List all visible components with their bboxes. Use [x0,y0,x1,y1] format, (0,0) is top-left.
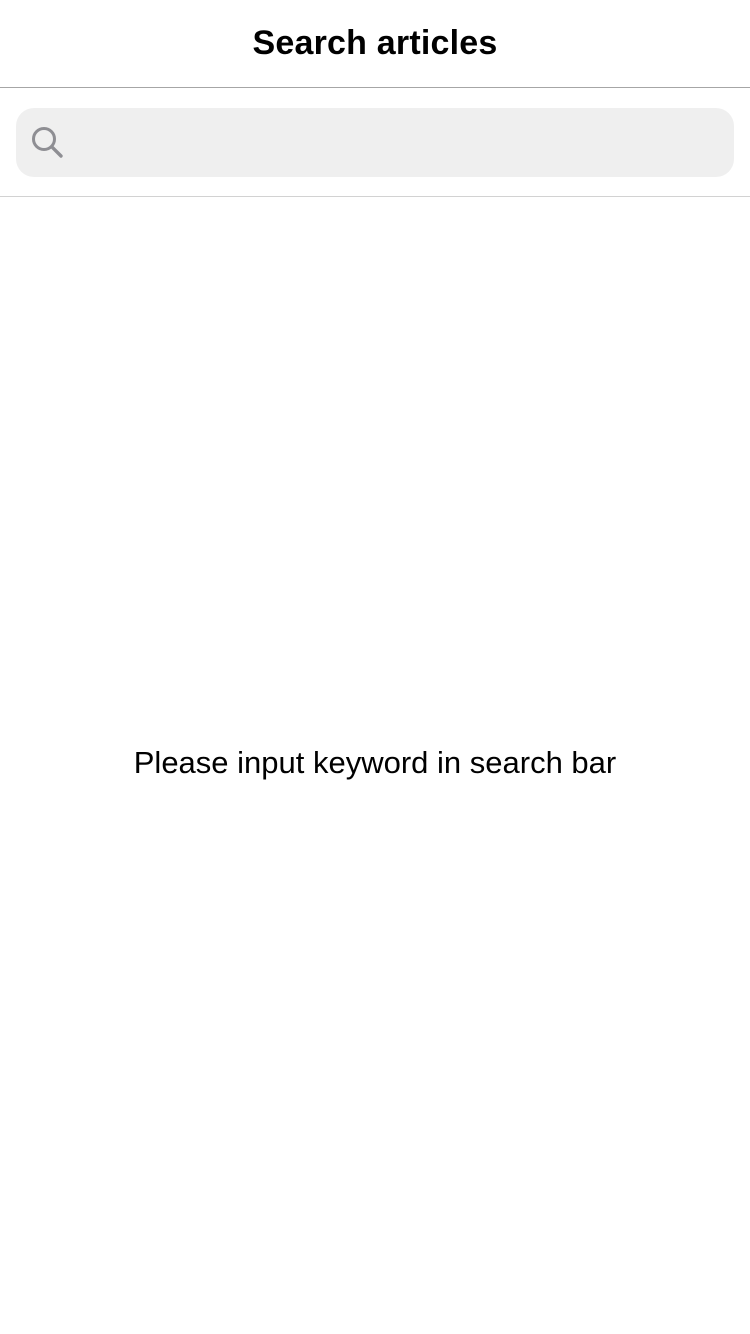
page-title: Search articles [252,24,498,62]
search-icon [32,126,63,158]
empty-state-message: Please input keyword in search bar [133,745,617,780]
navigation-bar: Search articles [0,0,750,88]
search-section [0,88,750,197]
search-bar[interactable] [16,108,734,177]
search-input[interactable] [66,108,734,177]
